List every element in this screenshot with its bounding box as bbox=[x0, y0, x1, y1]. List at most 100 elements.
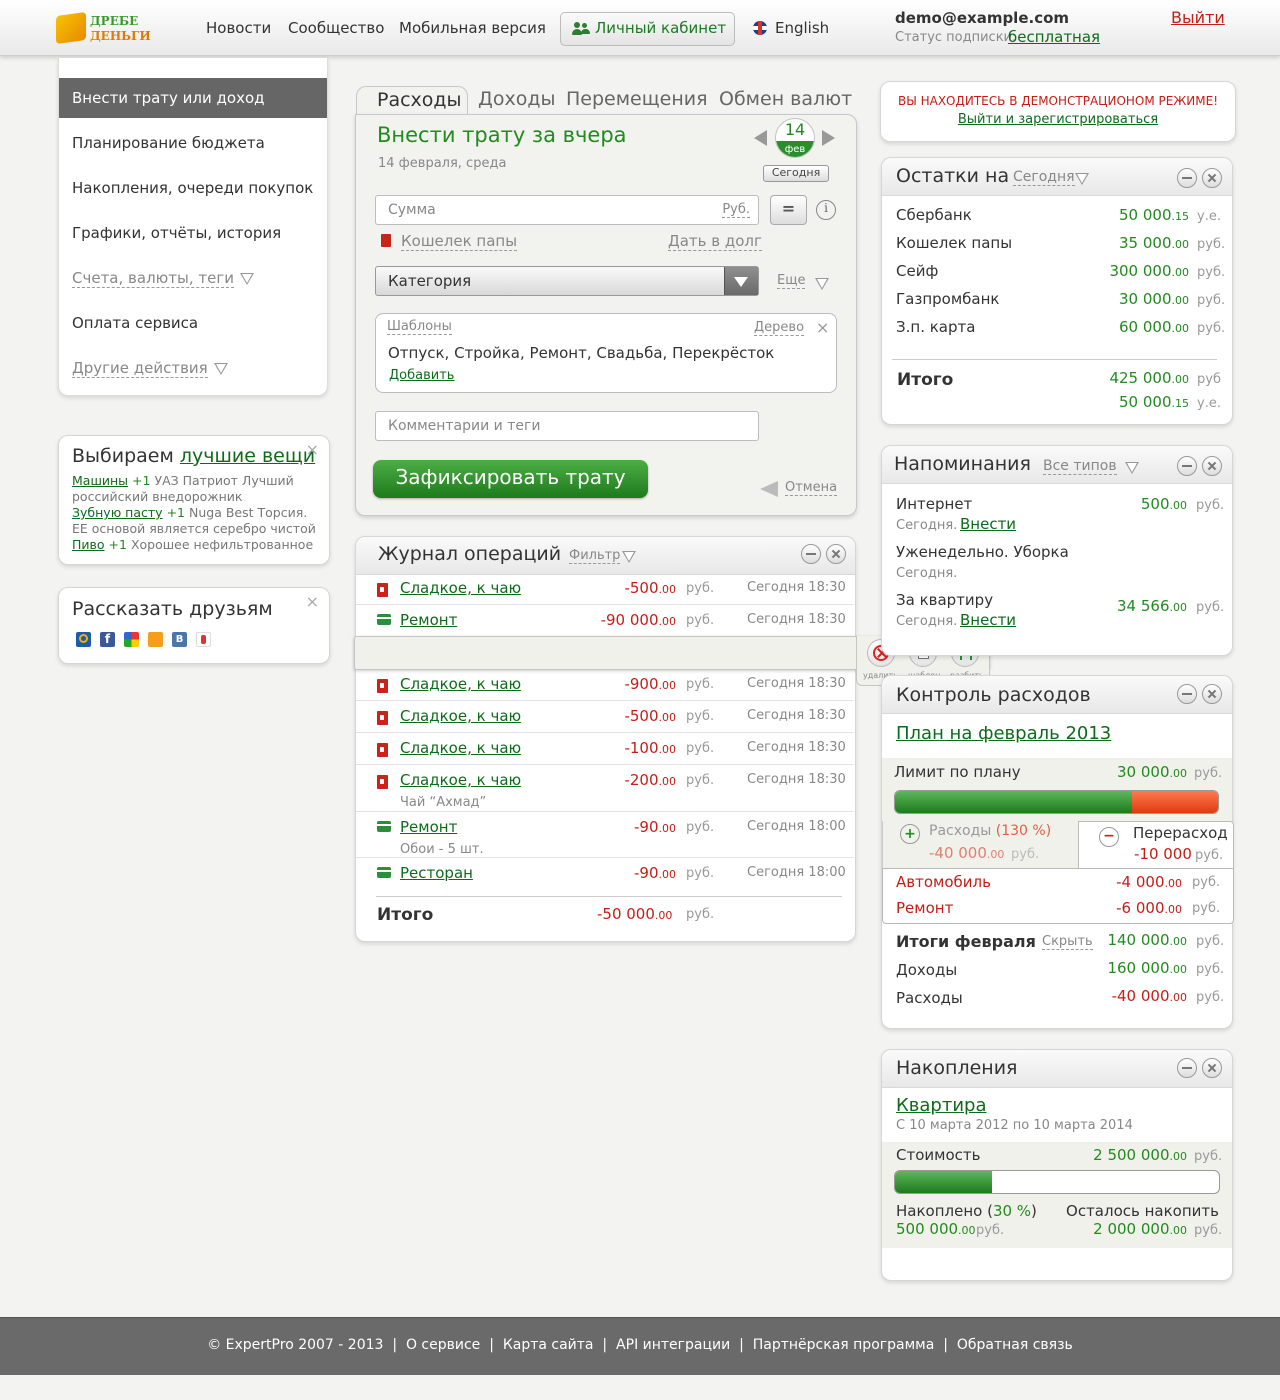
logout-link[interactable]: Выйти bbox=[1171, 8, 1225, 27]
lend-link[interactable]: Дать в долг bbox=[668, 232, 762, 251]
nav-news[interactable]: Новости bbox=[206, 19, 271, 37]
cabinet-button[interactable]: Личный кабинет bbox=[560, 12, 735, 46]
journal-row-category[interactable]: Сладкое, к чаю bbox=[400, 675, 521, 693]
footer-link-sitemap[interactable]: Карта сайта bbox=[503, 1337, 594, 1353]
close-icon[interactable] bbox=[1202, 456, 1222, 476]
subscription-status-link[interactable]: бесплатная bbox=[1008, 28, 1100, 46]
language-link[interactable]: English bbox=[775, 19, 829, 37]
vkontakte-icon[interactable]: B bbox=[172, 632, 187, 647]
moikrug-icon[interactable] bbox=[196, 632, 211, 647]
templates-tree-link[interactable]: Дерево bbox=[754, 320, 805, 336]
journal-row[interactable]: Сладкое, к чаю -500.00 руб. Сегодня 18:30 bbox=[356, 701, 854, 733]
saved-value: 500 000.00 bbox=[896, 1220, 976, 1238]
minimize-icon[interactable] bbox=[1177, 168, 1197, 188]
nav-mobile[interactable]: Мобильная версия bbox=[399, 19, 546, 37]
menu-item-add-expense[interactable]: Внести трату или доход bbox=[59, 78, 327, 118]
close-icon[interactable] bbox=[1202, 168, 1222, 188]
hide-link[interactable]: Скрыть bbox=[1042, 934, 1093, 950]
submit-expense-button[interactable]: Зафиксировать трату bbox=[373, 460, 648, 498]
chevron-down-icon[interactable] bbox=[1125, 462, 1139, 474]
overspend-amount: -4 000.00 bbox=[1116, 873, 1182, 891]
amount-input[interactable]: Сумма Руб. bbox=[375, 195, 759, 225]
today-button[interactable]: Сегодня bbox=[763, 165, 829, 182]
menu-item-accounts[interactable]: Счета, валюты, теги bbox=[59, 258, 327, 298]
journal-row-category[interactable]: Сладкое, к чаю bbox=[400, 739, 521, 757]
prev-day-icon[interactable] bbox=[754, 130, 767, 146]
footer-separator: | bbox=[943, 1337, 948, 1353]
reminder-pay-link[interactable]: Внести bbox=[960, 611, 1016, 629]
minimize-icon[interactable] bbox=[1177, 456, 1197, 476]
close-icon[interactable] bbox=[1202, 684, 1222, 704]
minimize-icon[interactable] bbox=[1177, 1058, 1197, 1078]
wallet-select[interactable]: Кошелек папы bbox=[401, 232, 518, 251]
footer-link-api[interactable]: API интеграции bbox=[616, 1337, 730, 1353]
chevron-down-icon[interactable] bbox=[815, 278, 829, 290]
templates-add-link[interactable]: Добавить bbox=[389, 368, 454, 383]
journal-row-category[interactable]: Сладкое, к чаю bbox=[400, 579, 521, 597]
menu-item-reports[interactable]: Графики, отчёты, история bbox=[59, 213, 327, 253]
footer-link-partners[interactable]: Партнёрская программа bbox=[753, 1337, 935, 1353]
journal-row-category[interactable]: Сладкое, к чаю bbox=[400, 771, 521, 789]
category-select[interactable]: Категория bbox=[375, 266, 759, 296]
balances-period-select[interactable]: Сегодня bbox=[1013, 169, 1075, 186]
tab-exchange[interactable]: Обмен валют bbox=[719, 86, 852, 116]
journal-row[interactable]: Ресторан -90.00 руб. Сегодня 18:00 bbox=[356, 858, 854, 896]
journal-row-category[interactable]: Ремонт bbox=[400, 611, 457, 629]
journal-row[interactable]: Сладкое, к чаю -100.00 руб. Сегодня 18:30 bbox=[356, 733, 854, 765]
menu-item-other[interactable]: Другие действия bbox=[59, 348, 327, 388]
savings-goal-link[interactable]: Квартира bbox=[896, 1095, 986, 1116]
currency-select[interactable]: Руб. bbox=[722, 202, 750, 218]
promo-title-link[interactable]: лучшие вещи bbox=[180, 445, 315, 467]
reminder-pay-link[interactable]: Внести bbox=[960, 515, 1016, 533]
demo-register-link[interactable]: Выйти и зарегистрироваться bbox=[958, 112, 1158, 127]
chevron-down-icon[interactable] bbox=[1075, 173, 1089, 185]
google-icon[interactable] bbox=[124, 632, 139, 647]
tab-income[interactable]: Доходы bbox=[478, 86, 555, 116]
journal-row[interactable]: Ремонт -90 000.00 руб. Сегодня 18:30 bbox=[356, 605, 854, 637]
reminders-type-select[interactable]: Все типов bbox=[1043, 458, 1117, 475]
journal-row[interactable]: Ремонт -90.00 руб. Сегодня 18:00 Обои - 5 шт… bbox=[356, 812, 854, 858]
close-icon[interactable] bbox=[826, 544, 846, 564]
minimize-icon[interactable] bbox=[1177, 684, 1197, 704]
logo[interactable]: ДРЕБЕ ДЕНЬГИ bbox=[56, 11, 156, 46]
journal-row-category[interactable]: Сладкое, к чаю bbox=[400, 707, 521, 725]
facebook-icon[interactable]: f bbox=[100, 632, 115, 647]
footer-link-feedback[interactable]: Обратная связь bbox=[957, 1337, 1073, 1353]
promo-item-link[interactable]: Пиво bbox=[72, 537, 105, 552]
plus-icon[interactable]: + bbox=[900, 824, 920, 844]
journal-row[interactable]: Сладкое, к чаю -200.00 руб. Сегодня 18:30 Ча… bbox=[356, 765, 854, 812]
promo-item-link[interactable]: Зубную пасту bbox=[72, 505, 163, 520]
journal-filter-link[interactable]: Фильтр bbox=[569, 548, 621, 564]
plan-link[interactable]: План на февраль 2013 bbox=[896, 723, 1111, 744]
tab-transfers[interactable]: Перемещения bbox=[566, 86, 708, 116]
menu-item-payment[interactable]: Оплата сервиса bbox=[59, 303, 327, 343]
menu-item-savings[interactable]: Накопления, очереди покупок bbox=[59, 168, 327, 208]
odnoklassniki-icon[interactable] bbox=[148, 632, 163, 647]
info-icon[interactable]: i bbox=[816, 200, 836, 220]
menu-item-budget[interactable]: Планирование бюджета bbox=[59, 123, 327, 163]
close-icon[interactable]: × bbox=[816, 318, 829, 337]
calculator-button[interactable]: = bbox=[770, 195, 807, 225]
close-icon[interactable] bbox=[1202, 1058, 1222, 1078]
tab-expenses[interactable]: Расходы bbox=[356, 86, 468, 116]
minus-icon[interactable]: − bbox=[1099, 827, 1119, 847]
templates-list[interactable]: Отпуск, Стройка, Ремонт, Свадьба, Перекр… bbox=[388, 344, 774, 362]
chevron-down-icon[interactable] bbox=[622, 551, 636, 563]
calendar-badge[interactable]: 14 фев bbox=[775, 118, 815, 158]
footer-link-about[interactable]: О сервисе bbox=[406, 1337, 480, 1353]
comment-input[interactable]: Комментарии и теги bbox=[375, 411, 759, 441]
journal-row-category[interactable]: Ресторан bbox=[400, 864, 473, 882]
more-link[interactable]: Еще bbox=[777, 273, 806, 289]
minimize-icon[interactable] bbox=[801, 544, 821, 564]
promo-item-link[interactable]: Машины bbox=[72, 473, 128, 488]
nav-community[interactable]: Сообщество bbox=[288, 19, 384, 37]
close-icon[interactable]: × bbox=[306, 592, 319, 611]
journal-row-category[interactable]: Ремонт bbox=[400, 818, 457, 836]
journal-row[interactable]: Сладкое, к чаю -900.00 руб. Сегодня 18:30 bbox=[356, 669, 854, 701]
journal-row[interactable]: Сладкое, к чаю -500.00 руб. Сегодня 18:30 bbox=[356, 573, 854, 605]
next-day-icon[interactable] bbox=[822, 130, 835, 146]
cancel-link[interactable]: Отмена bbox=[785, 480, 838, 496]
journal-total-currency: руб. bbox=[686, 907, 715, 922]
mail-icon[interactable] bbox=[76, 632, 91, 647]
money-int: -40 000 bbox=[1111, 987, 1170, 1005]
